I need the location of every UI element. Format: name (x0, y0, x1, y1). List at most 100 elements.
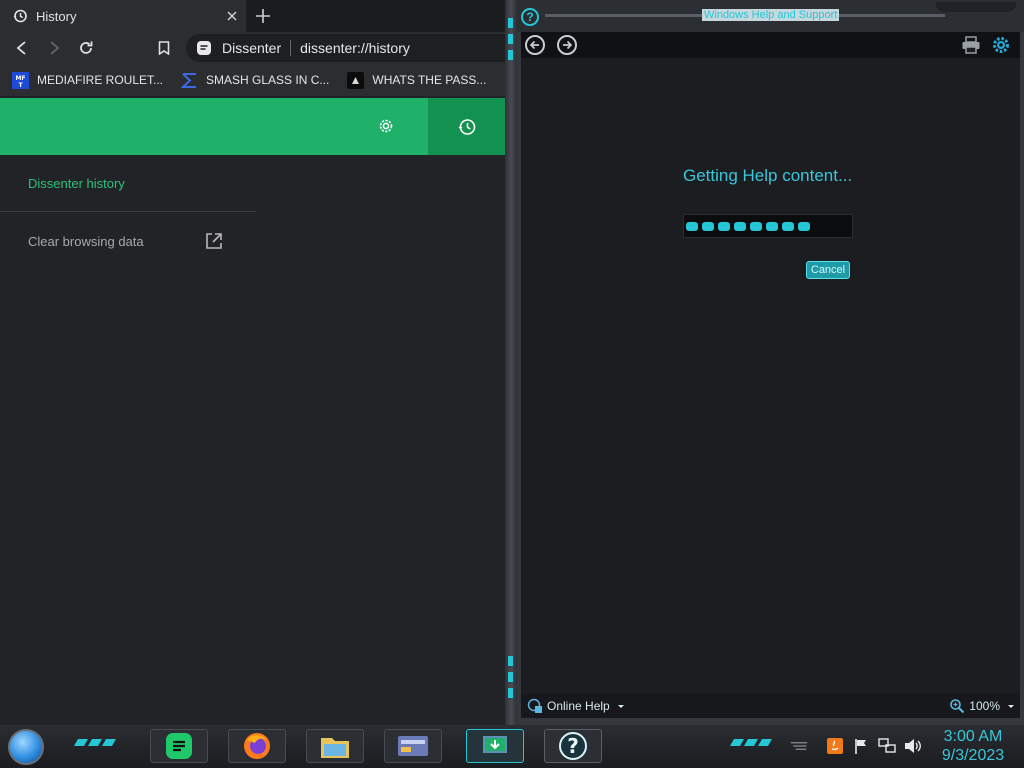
progress-segment (734, 222, 746, 231)
window-title: Windows Help and Support (702, 9, 840, 21)
clear-browsing-data-label: Clear browsing data (28, 234, 144, 249)
forward-button[interactable] (42, 36, 66, 60)
system-tray (790, 737, 922, 755)
close-tab-icon[interactable] (218, 2, 246, 30)
frame-accent (508, 656, 513, 666)
divider (0, 211, 256, 212)
online-help-label: Online Help (547, 699, 610, 713)
reload-icon (80, 41, 93, 54)
reload-button[interactable] (74, 36, 98, 60)
window-frame-divider (505, 0, 517, 725)
browser-toolbar: Dissenter dissenter://history (0, 32, 505, 64)
network-icon[interactable] (878, 737, 896, 755)
taskbar-control-panel[interactable] (384, 729, 442, 763)
progress-segment (702, 222, 714, 231)
help-icon: ? (521, 8, 539, 26)
taskbar-explorer[interactable] (306, 729, 364, 763)
start-button[interactable] (8, 729, 44, 765)
control-panel-icon (398, 736, 428, 756)
bookmark-smash-glass[interactable]: SMASH GLASS IN C... (169, 68, 335, 92)
progress-segment (766, 222, 778, 231)
taskbar-accent (729, 739, 773, 746)
java-update-icon[interactable] (826, 737, 844, 755)
bookmark-mediafire[interactable]: MF T MEDIAFIRE ROULET... (0, 68, 169, 92)
bookmark-button[interactable] (152, 36, 176, 60)
progress-segment (686, 222, 698, 231)
taskbar-spotify[interactable] (150, 729, 208, 763)
sigma-icon (181, 72, 198, 89)
bookmark-whats-the-pass[interactable]: WHATS THE PASS... (335, 68, 492, 92)
help-icon: ? (559, 732, 587, 760)
address-bar[interactable]: Dissenter dissenter://history (186, 34, 505, 62)
history-icon (458, 118, 475, 135)
new-tab-button[interactable] (250, 3, 276, 29)
tray-overflow-icon[interactable] (790, 737, 808, 755)
taskbar-clock[interactable]: 3:00 AM 9/3/2023 (936, 727, 1010, 765)
bookmark-icon (158, 41, 170, 55)
omnibox-separator (290, 40, 292, 56)
gear-icon[interactable] (991, 35, 1011, 55)
zoom-label: 100% (969, 699, 1000, 713)
flag-icon[interactable] (852, 737, 870, 755)
browser-window: History Dissenter dissenter://history MF… (0, 0, 526, 725)
help-status-bar: Online Help 100% (521, 694, 1020, 718)
history-header-bar (0, 98, 505, 155)
gear-icon (379, 119, 393, 133)
taskbar-firefox[interactable] (228, 729, 286, 763)
back-button[interactable] (10, 36, 34, 60)
help-forward-button[interactable] (557, 35, 577, 55)
taskbar-active-app[interactable] (466, 729, 524, 763)
progress-segment (782, 222, 794, 231)
firefox-icon (244, 733, 270, 759)
help-back-button[interactable] (525, 35, 545, 55)
svg-text:?: ? (567, 734, 579, 758)
taskbar-help[interactable]: ? (544, 729, 602, 763)
help-content-area: Getting Help content... Cancel (521, 58, 1020, 694)
online-help-dropdown[interactable]: Online Help (527, 698, 626, 714)
frame-accent (508, 688, 513, 698)
forward-arrow-icon (50, 41, 60, 55)
history-tab-button[interactable] (428, 98, 505, 155)
help-toolbar (521, 32, 1020, 58)
back-arrow-icon (529, 40, 539, 50)
progress-segment (798, 222, 810, 231)
history-icon (13, 9, 27, 23)
cancel-button[interactable]: Cancel (806, 261, 850, 279)
loading-message: Getting Help content... (683, 166, 853, 185)
active-app-icon (483, 736, 507, 753)
clock-date: 9/3/2023 (941, 747, 1005, 764)
frame-accent (508, 34, 513, 44)
url-text[interactable]: dissenter://history (300, 40, 410, 56)
frame-accent (508, 672, 513, 682)
site-name: Dissenter (222, 40, 282, 56)
zoom-dropdown[interactable]: 100% (949, 698, 1016, 714)
chevron-down-icon (617, 705, 624, 708)
clear-browsing-data-link[interactable]: Clear browsing data (28, 233, 228, 249)
title-corner (936, 2, 1016, 12)
print-icon[interactable] (961, 36, 981, 54)
tab-title: History (36, 8, 77, 24)
dissenter-site-icon (197, 41, 211, 55)
tab-history[interactable]: History (0, 0, 246, 32)
help-window: ? Windows Help and Support Getting Help … (517, 0, 1024, 725)
loading-progress-bar (683, 214, 853, 238)
bookmark-label: WHATS THE PASS... (372, 73, 487, 87)
chevron-down-icon (1008, 705, 1014, 708)
svg-text:MF: MF (15, 75, 25, 82)
bookmark-label: SMASH GLASS IN C... (206, 73, 330, 87)
tab-strip: History (0, 0, 505, 32)
mediafire-icon: MF T (12, 71, 29, 89)
help-title-bar[interactable]: ? Windows Help and Support (517, 0, 1024, 32)
progress-segment (750, 222, 762, 231)
taskbar: ? 3:00 AM 9/3/2023 (0, 725, 1024, 768)
settings-button[interactable] (372, 112, 400, 140)
site-icon (347, 71, 365, 89)
external-link-icon (206, 233, 222, 249)
bookmark-label: MEDIAFIRE ROULET... (37, 73, 164, 87)
history-heading: Dissenter history (28, 176, 125, 191)
clock-time: 3:00 AM (943, 728, 1003, 745)
progress-segment (718, 222, 730, 231)
frame-accent (508, 50, 513, 60)
volume-icon[interactable] (904, 737, 922, 755)
plus-icon (256, 9, 270, 23)
